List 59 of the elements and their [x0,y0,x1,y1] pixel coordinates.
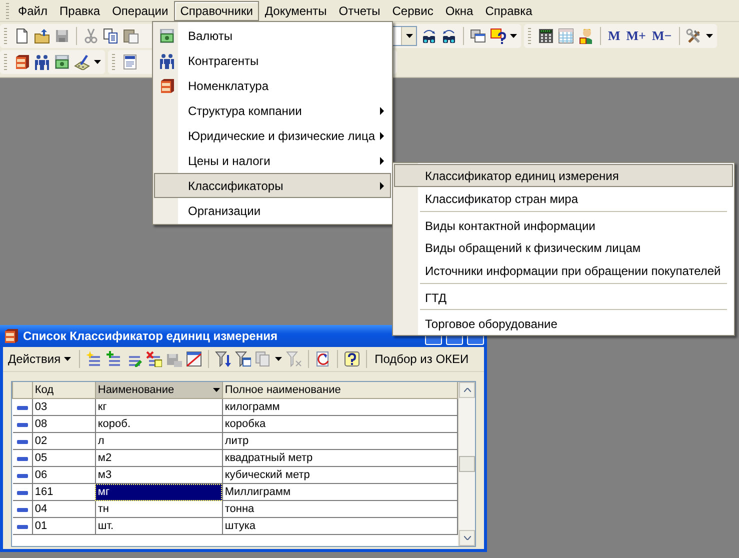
menu-item[interactable]: Цены и налоги [154,148,391,173]
menu-item-label: Цены и налоги [188,154,272,168]
menu-item[interactable]: Классификатор единиц измерения [394,164,733,187]
table-cell: 06 [32,466,96,484]
table-cell: 02 [32,432,96,450]
table-cell[interactable]: м2 [95,450,222,466]
menu-item[interactable]: Организации [154,198,391,223]
window-title: Список Классификатор единиц измерения [23,329,278,343]
pick-button[interactable]: Подбор из ОКЕИ [372,352,471,366]
menubar-item[interactable]: Документы [258,0,333,20]
memory-button[interactable]: M [607,28,622,44]
menu-item-label: Организации [188,204,262,218]
menu-item-label: Номенклатура [188,78,270,92]
table-cell[interactable]: тн [95,500,222,518]
menu-item[interactable]: Юридические и физические лица [154,123,391,148]
column-header[interactable]: Наименование [95,382,222,398]
table-cell: тонна [222,500,458,518]
column-header[interactable]: Полное наименование [222,382,458,398]
menu-item[interactable]: Классификатор стран мира [394,187,733,210]
table-cell[interactable]: короб. [95,416,222,432]
table-cell: килограмм [222,398,458,416]
menu-item-label: Контрагенты [188,54,260,68]
table-cell: 01 [32,518,96,534]
menubar-item[interactable]: Операции [106,0,174,20]
menu-item-label: Юридические и физические лица [188,128,376,142]
table-cell[interactable]: шт. [95,518,222,534]
table-cell[interactable]: мг [95,484,222,500]
table-cell: 08 [32,416,96,432]
actions-button[interactable]: Действия [6,352,73,366]
menu-item[interactable]: Структура компании [154,98,391,123]
menu-item[interactable]: Источники информации при обращении покупателей [394,259,733,282]
memory-button[interactable]: M+ [625,28,647,44]
menu-item[interactable]: Номенклатура [154,73,391,98]
menubar-item[interactable]: Справочники [174,0,259,20]
menubar-item[interactable]: Правка [54,0,106,20]
menu-item-label: Классификаторы [188,178,284,192]
table-cell: 04 [32,500,96,518]
table-cell: штука [222,518,458,534]
menubar-item[interactable]: Отчеты [332,0,386,20]
table-cell: литр [222,432,458,450]
menu-item[interactable]: Классификаторы [154,173,391,198]
menubar-item[interactable]: Справка [479,0,538,20]
memory-button[interactable]: M− [650,28,673,44]
menu-item-label: Валюты [188,28,234,42]
table-cell: кубический метр [222,466,458,484]
menu-item-label: Структура компании [188,104,303,118]
table-cell: 03 [32,398,96,416]
table-cell: квадратный метр [222,450,458,466]
menu-item[interactable]: Контрагенты [154,48,391,73]
column-header[interactable]: Код [32,382,96,398]
menubar-item[interactable]: Сервис [386,0,440,20]
menu-item[interactable]: Виды обращений к физическим лицам [394,236,733,259]
table-cell: коробка [222,416,458,432]
table-cell[interactable]: л [95,432,222,450]
menubar-item[interactable]: Файл [12,0,54,20]
table-cell[interactable]: кг [95,398,222,416]
table-cell: 05 [32,450,96,466]
menubar-item[interactable]: Окна [439,0,480,20]
table-cell: Миллиграмм [222,484,458,500]
